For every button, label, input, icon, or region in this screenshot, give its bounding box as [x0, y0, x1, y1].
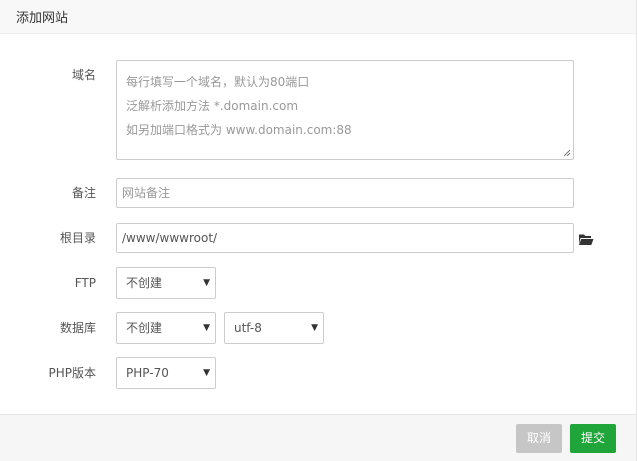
dialog-title: 添加网站	[16, 11, 69, 26]
ftp-select[interactable]: 不创建 ▼	[116, 267, 216, 299]
domain-textarea[interactable]: 每行填写一个域名，默认为80端口 泛解析添加方法 *.domain.com 如另…	[116, 60, 574, 160]
database-select[interactable]: 不创建 ▼	[116, 312, 216, 344]
domain-label: 域名	[71, 68, 96, 82]
php-version-select[interactable]: PHP-70 ▼	[116, 357, 216, 389]
remark-input[interactable]	[116, 178, 574, 208]
root-dir-label: 根目录	[59, 231, 96, 245]
ftp-select-value: 不创建	[126, 276, 163, 290]
charset-select-value: utf-8	[234, 321, 262, 335]
add-site-dialog: 添加网站 域名 每行填写一个域名，默认为80端口 泛解析添加方法 *.domai…	[0, 0, 637, 461]
resize-handle-icon[interactable]	[563, 149, 571, 157]
database-select-value: 不创建	[126, 321, 163, 335]
php-version-select-value: PHP-70	[126, 366, 169, 380]
caret-down-icon: ▼	[203, 278, 210, 288]
remark-label: 备注	[71, 186, 96, 200]
ftp-label: FTP	[74, 276, 96, 290]
root-dir-input[interactable]	[116, 223, 574, 253]
database-label: 数据库	[59, 321, 96, 335]
dialog-titlebar: 添加网站	[0, 0, 636, 34]
caret-down-icon: ▼	[203, 368, 210, 378]
charset-select[interactable]: utf-8 ▼	[224, 312, 324, 344]
caret-down-icon: ▼	[311, 323, 318, 333]
domain-placeholder-line-2: 泛解析添加方法 *.domain.com	[126, 99, 299, 113]
folder-open-icon[interactable]	[578, 232, 594, 246]
domain-placeholder-line-1: 每行填写一个域名，默认为80端口	[126, 75, 310, 89]
submit-button[interactable]: 提交	[570, 424, 616, 453]
domain-placeholder-line-3: 如另加端口格式为 www.domain.com:88	[126, 123, 352, 137]
php-version-label: PHP版本	[48, 366, 97, 380]
cancel-button[interactable]: 取消	[516, 424, 562, 453]
dialog-footer: 取消 提交	[0, 414, 636, 461]
caret-down-icon: ▼	[203, 323, 210, 333]
